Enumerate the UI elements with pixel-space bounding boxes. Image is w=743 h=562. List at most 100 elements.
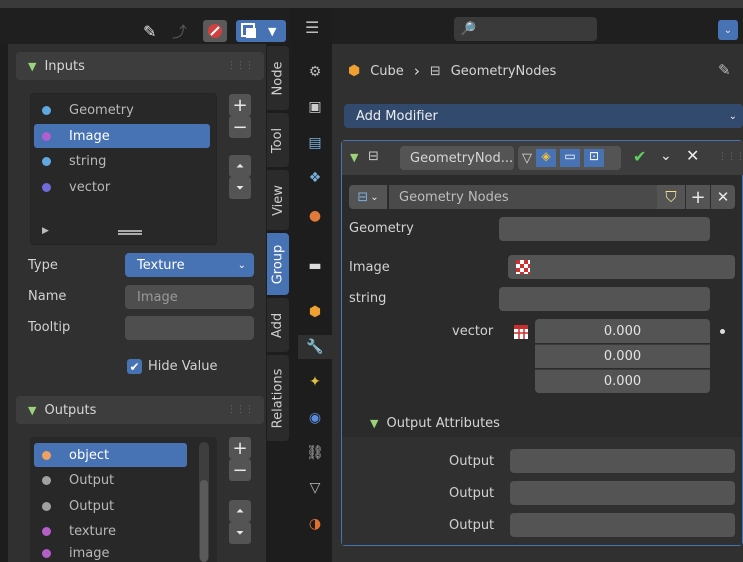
remove-input-button[interactable]: − [229, 116, 251, 138]
tool-properties-icon[interactable]: ⚙ [302, 60, 328, 84]
tab-relations-label: Relations [270, 368, 286, 428]
outputs-header[interactable]: ▼ Outputs ⋮⋮⋮ [16, 396, 264, 424]
search-field[interactable]: 🔎 [454, 17, 597, 41]
list-item[interactable]: Output [40, 494, 114, 518]
hide-value-checkbox[interactable]: ✔ [127, 359, 142, 374]
modifier-properties-icon[interactable]: 🔧 [298, 335, 332, 359]
vector-y-value: 0.000 [603, 349, 642, 364]
list-item-label: string [69, 153, 107, 169]
name-field[interactable]: Image [125, 285, 254, 309]
list-item-label: Output [69, 472, 115, 488]
options-dropdown-button[interactable]: ⌄ [718, 20, 738, 40]
vector-z-field[interactable]: 0.000 [535, 369, 710, 393]
string-field[interactable] [499, 287, 710, 311]
output-properties-icon[interactable]: ▤ [302, 131, 328, 155]
vector-attribute-icon[interactable] [510, 321, 532, 343]
list-resize-grip[interactable] [118, 230, 142, 235]
chevron-down-icon[interactable]: ⌄ [660, 148, 672, 164]
node-group-name-field[interactable]: Geometry Nodes [389, 185, 657, 209]
geometry-nodes-icon: ⊟ [368, 149, 379, 164]
vector-y-field[interactable]: 0.000 [535, 344, 710, 368]
add-output-button[interactable]: + [229, 437, 251, 459]
modifier-name-field[interactable]: GeometryNod... [400, 146, 514, 170]
expand-triangle-icon[interactable]: ▼ [350, 151, 358, 164]
new-node-group-button[interactable]: + [686, 185, 710, 209]
drag-grip-icon[interactable]: ⋮⋮⋮ [718, 152, 743, 162]
outliner-icon[interactable]: ☰ [305, 18, 319, 37]
pin-icon[interactable]: ✎ [143, 22, 161, 41]
drag-grip-icon[interactable]: ⋮⋮⋮ [227, 61, 254, 71]
tab-group[interactable]: Group [267, 233, 289, 295]
list-expand-icon[interactable]: ▶ [42, 226, 49, 236]
on-cage-icon[interactable]: ◈ [536, 149, 556, 167]
tab-view[interactable]: View [267, 170, 289, 230]
type-dropdown[interactable]: Texture ⌄ [125, 253, 254, 277]
move-input-down-button[interactable]: ⏷ [229, 177, 251, 199]
remove-output-button[interactable]: − [229, 459, 251, 481]
fake-user-shield-icon[interactable]: ⛉ [657, 185, 685, 209]
render-properties-icon[interactable]: ▣ [302, 95, 328, 119]
view-mode-button[interactable]: ▼ [236, 20, 286, 42]
drag-grip-icon[interactable]: ⋮⋮⋮ [227, 405, 254, 415]
move-output-up-button[interactable]: ⏶ [229, 500, 251, 522]
constraints-icon[interactable]: ⛓ [302, 441, 328, 465]
list-item[interactable]: texture [40, 519, 116, 543]
checker-texture-icon [516, 260, 530, 274]
socket-dot-icon [42, 156, 51, 166]
vector-x-value: 0.000 [603, 323, 642, 339]
tooltip-field[interactable] [125, 316, 254, 340]
tab-tool[interactable]: Tool [267, 113, 289, 167]
physics-icon[interactable]: ◉ [302, 406, 328, 430]
node-group-name-value: Geometry Nodes [399, 189, 509, 205]
list-item[interactable]: vector [40, 175, 110, 199]
close-icon[interactable]: ✕ [686, 146, 699, 165]
list-item[interactable]: Image [40, 124, 110, 148]
tab-relations[interactable]: Relations [267, 355, 289, 441]
move-output-down-button[interactable]: ⏷ [229, 522, 251, 544]
list-item[interactable]: image [40, 544, 110, 562]
output-attributes-header[interactable]: ▼ Output Attributes [342, 409, 743, 437]
outputs-header-label: Outputs [44, 402, 97, 418]
collection-properties-icon[interactable]: ▬ [302, 254, 328, 278]
world-properties-icon[interactable]: ● [302, 204, 328, 228]
geometry-label: Geometry [349, 221, 414, 236]
data-properties-icon[interactable]: ▽ [302, 476, 328, 500]
view-layer-icon[interactable]: ❖ [302, 166, 328, 190]
object-properties-icon[interactable]: ⬢ [302, 300, 328, 324]
tab-node[interactable]: Node [267, 46, 289, 110]
inputs-header[interactable]: ▼ Inputs ⋮⋮⋮ [16, 52, 264, 80]
unlink-node-group-button[interactable]: ✕ [711, 185, 735, 209]
list-item[interactable]: string [40, 149, 106, 173]
list-item[interactable]: object [40, 443, 109, 467]
overlay-icon [241, 23, 256, 38]
apply-check-icon[interactable]: ✔ [633, 147, 646, 166]
edit-cage-icon[interactable]: ▽ [522, 151, 532, 166]
list-item[interactable]: Geometry [40, 98, 134, 122]
add-input-button[interactable]: + [229, 94, 251, 116]
realtime-icon[interactable]: ▭ [560, 149, 580, 167]
node-group-browse-button[interactable]: ⊟ ⌄ [349, 185, 387, 209]
pin-icon[interactable]: ✎ [718, 61, 731, 79]
output-label: Output [449, 486, 495, 501]
move-input-up-button[interactable]: ⏶ [229, 155, 251, 177]
parent-node-icon[interactable]: ⤴ [172, 21, 192, 41]
add-modifier-dropdown[interactable]: Add Modifier ⌄ [344, 104, 743, 128]
output-attribute-field[interactable] [510, 481, 735, 505]
vector-x-field[interactable]: 0.000 [535, 319, 710, 343]
material-properties-icon[interactable]: ◑ [302, 512, 328, 536]
tab-add[interactable]: Add [267, 298, 289, 352]
particles-icon[interactable]: ✦ [302, 370, 328, 394]
keyframe-dot-icon[interactable] [720, 329, 725, 334]
type-label: Type [28, 258, 58, 273]
socket-dot-icon [42, 450, 51, 460]
expand-triangle-icon: ▼ [28, 403, 37, 417]
image-texture-field[interactable] [508, 255, 735, 279]
output-attribute-field[interactable] [510, 449, 735, 473]
edit-icon[interactable] [203, 20, 227, 42]
name-field-value: Image [137, 289, 178, 305]
render-icon[interactable]: ⊡ [584, 149, 604, 167]
list-item[interactable]: Output [40, 468, 114, 492]
output-attribute-field[interactable] [510, 513, 735, 537]
geometry-field[interactable] [499, 217, 710, 241]
outputs-scrollbar-thumb[interactable] [200, 480, 208, 562]
